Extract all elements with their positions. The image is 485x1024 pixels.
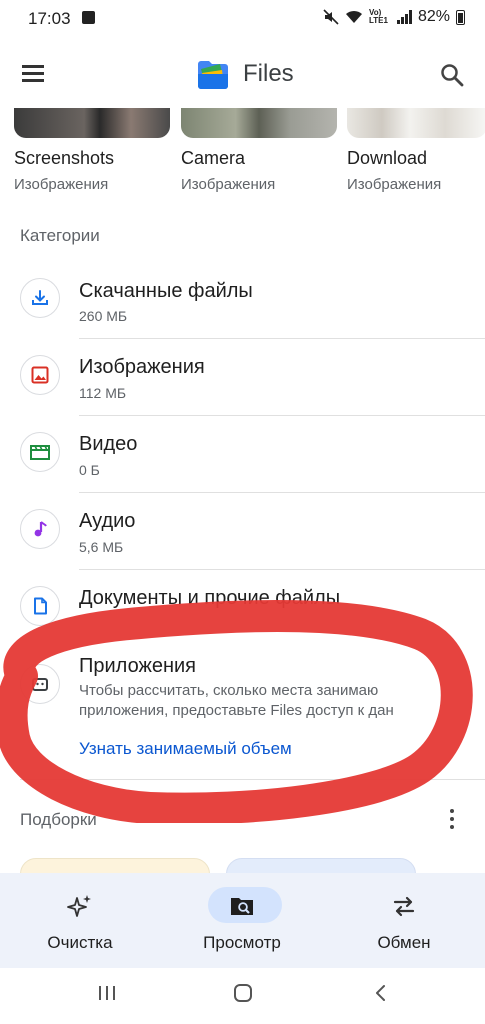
- category-label: Изображения: [79, 356, 205, 378]
- nav-browse[interactable]: Просмотр: [162, 873, 322, 968]
- category-images[interactable]: Изображения 112 МБ: [0, 339, 485, 415]
- battery-text: 82%: [417, 8, 450, 25]
- search-icon[interactable]: [439, 62, 465, 88]
- folder-name: Download: [347, 148, 428, 168]
- status-icons: Vo) LTE1 82%: [323, 8, 465, 26]
- category-label: Аудио: [79, 510, 136, 532]
- video-icon: [20, 432, 60, 472]
- folder-name: Screenshots: [14, 148, 115, 168]
- recent-folders: Screenshots Изображения Camera Изображен…: [0, 104, 485, 204]
- category-size: 112 МБ: [79, 385, 127, 401]
- system-navigation-bar: [0, 968, 485, 1024]
- folder-thumbnail: [347, 108, 485, 138]
- apps-description-line: приложения, предоставьте Files доступ к …: [79, 702, 394, 719]
- menu-icon[interactable]: [22, 65, 44, 83]
- app-bar: Files: [0, 46, 485, 104]
- apps-description-line: Чтобы рассчитать, сколько места занимаю: [79, 682, 379, 699]
- signal-icon: [396, 10, 412, 24]
- files-logo: [198, 61, 228, 89]
- category-size: 260 МБ: [79, 308, 128, 324]
- more-vert-icon[interactable]: [446, 808, 458, 830]
- calculate-usage-link[interactable]: Узнать занимаемый объем: [79, 739, 292, 759]
- android-icon: [20, 664, 60, 704]
- mute-icon: [323, 9, 339, 25]
- category-video[interactable]: Видео 0 Б: [0, 416, 485, 492]
- download-icon: [20, 278, 60, 318]
- wifi-icon: [345, 10, 362, 23]
- category-size: 0 Б: [79, 462, 100, 478]
- image-icon: [82, 11, 95, 24]
- image-icon: [20, 355, 60, 395]
- recent-apps-icon[interactable]: [96, 982, 118, 1004]
- swap-arrows-icon: [393, 896, 415, 917]
- nav-label: Обмен: [377, 933, 431, 952]
- nav-label: Очистка: [47, 933, 113, 952]
- category-size: 5,6 МБ: [79, 539, 124, 555]
- category-label: Видео: [79, 433, 138, 455]
- category-label: Скачанные файлы: [79, 280, 253, 302]
- folder-subtitle: Изображения: [14, 176, 109, 193]
- nav-clean[interactable]: Очистка: [0, 873, 160, 968]
- category-label: Приложения: [79, 655, 197, 677]
- back-icon[interactable]: [370, 982, 392, 1004]
- home-icon[interactable]: [232, 982, 254, 1004]
- categories-heading: Категории: [20, 226, 100, 245]
- category-label: Документы и прочие файлы: [79, 587, 341, 609]
- folder-subtitle: Изображения: [347, 176, 442, 193]
- folder-subtitle: Изображения: [181, 176, 276, 193]
- folder-name: Camera: [181, 148, 246, 168]
- bottom-navigation: Очистка Просмотр Обмен: [0, 873, 485, 968]
- category-documents[interactable]: Документы и прочие файлы: [0, 570, 485, 646]
- nav-label: Просмотр: [203, 933, 281, 952]
- nav-share[interactable]: Обмен: [324, 873, 484, 968]
- browse-folder-icon: [231, 898, 253, 915]
- collections-heading: Подборки: [20, 810, 97, 829]
- category-downloads[interactable]: Скачанные файлы 260 МБ: [0, 262, 485, 338]
- folder-thumbnail: [14, 108, 170, 138]
- divider: [20, 779, 485, 780]
- music-note-icon: [20, 509, 60, 549]
- app-title: Files: [243, 60, 294, 87]
- status-bar: 17:03 Vo) LTE1 82%: [0, 0, 485, 38]
- apps-description: Чтобы рассчитать, сколько места занимаю …: [79, 681, 411, 721]
- folder-thumbnail: [181, 108, 337, 138]
- status-time: 17:03: [28, 9, 71, 28]
- sparkle-icon: [67, 895, 91, 917]
- battery-icon: [456, 9, 465, 25]
- document-icon: [20, 586, 60, 626]
- category-audio[interactable]: Аудио 5,6 МБ: [0, 493, 485, 569]
- network-label: Vo) LTE1: [368, 8, 388, 25]
